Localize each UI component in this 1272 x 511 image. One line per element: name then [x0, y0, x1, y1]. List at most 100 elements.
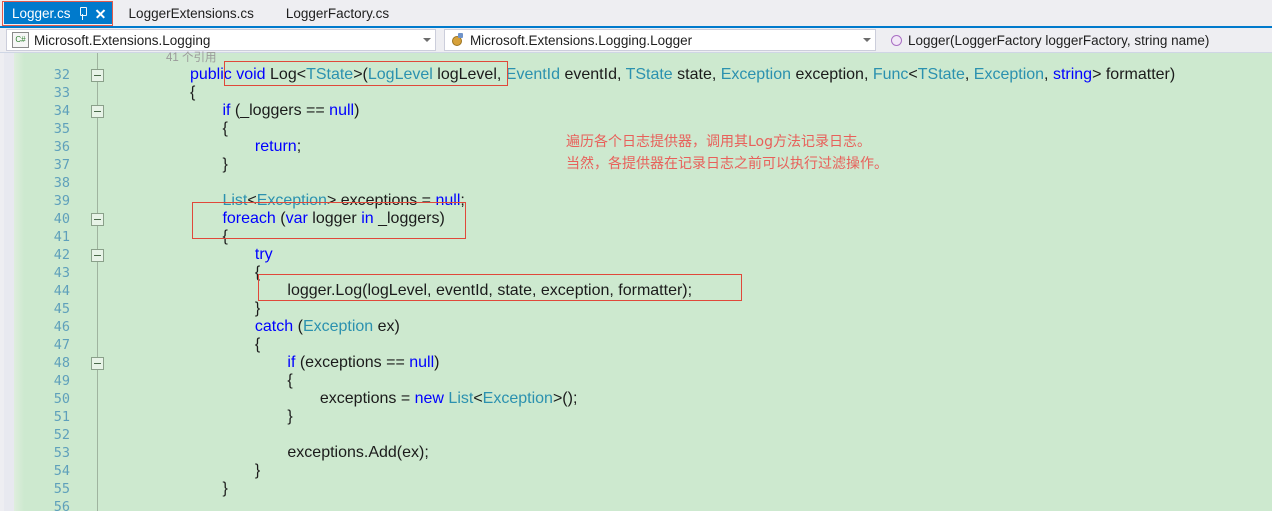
- code-token: public: [189, 66, 232, 83]
- code-token: <: [908, 66, 918, 83]
- code-line[interactable]: foreach (var logger in _loggers): [222, 210, 444, 228]
- code-line[interactable]: }: [255, 462, 260, 480]
- editor-tab-strip: Logger.cs LoggerExtensions.cs LoggerFact…: [0, 0, 1272, 28]
- code-line[interactable]: catch (Exception ex): [255, 318, 400, 336]
- chevron-down-icon[interactable]: [423, 38, 431, 42]
- code-token: null: [329, 102, 355, 119]
- code-token: eventId,: [560, 66, 626, 83]
- code-token: ,: [964, 66, 974, 83]
- tab-logger-cs[interactable]: Logger.cs: [4, 2, 113, 24]
- code-line[interactable]: List<Exception> exceptions = null;: [222, 192, 464, 210]
- line-number: 53: [53, 445, 70, 461]
- codelens-reference-count[interactable]: 41 个引用: [166, 50, 217, 66]
- code-token: state,: [672, 66, 721, 83]
- code-line[interactable]: }: [255, 300, 260, 318]
- line-number: 40: [53, 211, 70, 227]
- code-token: Exception: [302, 318, 374, 335]
- tab-loggerextensions-cs[interactable]: LoggerExtensions.cs: [113, 0, 270, 26]
- code-line[interactable]: {: [222, 228, 227, 246]
- tab-label: Logger.cs: [12, 5, 71, 21]
- project-selector-value: Microsoft.Extensions.Logging: [34, 32, 211, 48]
- code-token: return: [254, 138, 297, 155]
- line-number: 44: [53, 283, 70, 299]
- line-number: 52: [53, 427, 70, 443]
- code-token: ): [354, 102, 360, 119]
- code-token: (exceptions ==: [295, 354, 410, 371]
- code-token: (: [293, 318, 303, 335]
- type-selector[interactable]: Microsoft.Extensions.Logging.Logger: [444, 29, 876, 51]
- line-number: 39: [53, 193, 70, 209]
- code-line[interactable]: {: [255, 336, 260, 354]
- line-number: 54: [53, 463, 70, 479]
- code-line[interactable]: exceptions.Add(ex);: [287, 444, 428, 462]
- pin-icon[interactable]: [77, 6, 88, 20]
- code-token: void: [236, 66, 266, 83]
- member-selector[interactable]: Logger(LoggerFactory loggerFactory, stri…: [884, 29, 1266, 51]
- code-token: }: [222, 156, 228, 173]
- code-token: in: [361, 210, 374, 227]
- code-line[interactable]: return;: [255, 138, 301, 156]
- code-token: }: [254, 300, 261, 317]
- line-number: 32: [53, 67, 70, 83]
- annotation-text-line-1: 遍历各个日志提供器，调用其Log方法记录日志。: [566, 134, 872, 150]
- code-token: TState: [625, 66, 673, 83]
- code-line[interactable]: }: [287, 408, 292, 426]
- code-line[interactable]: exceptions = new List<Exception>();: [320, 390, 578, 408]
- line-number: 51: [53, 409, 70, 425]
- visual-studio-editor-window: Logger.cs LoggerExtensions.cs LoggerFact…: [0, 0, 1272, 511]
- code-token: >(: [353, 66, 368, 83]
- code-token: List: [448, 390, 474, 407]
- line-number: 42: [53, 247, 70, 263]
- tab-loggerfactory-cs[interactable]: LoggerFactory.cs: [270, 0, 405, 26]
- code-token: (_loggers ==: [230, 102, 330, 119]
- fold-toggle-icon[interactable]: [91, 213, 104, 226]
- close-icon[interactable]: [94, 7, 107, 20]
- code-line[interactable]: if (exceptions == null): [287, 354, 439, 372]
- code-token: null: [409, 354, 435, 371]
- code-token: new: [414, 390, 444, 407]
- method-icon: [889, 33, 903, 47]
- code-token: exception,: [791, 66, 873, 83]
- code-line[interactable]: }: [222, 480, 227, 498]
- code-line[interactable]: {: [287, 372, 292, 390]
- code-token: > formatter): [1092, 66, 1176, 83]
- code-line[interactable]: logger.Log(logLevel, eventId, state, exc…: [287, 282, 692, 300]
- csharp-file-icon: C#: [12, 32, 29, 48]
- code-token: {: [222, 228, 228, 245]
- line-number: 47: [53, 337, 70, 353]
- line-number: 43: [53, 265, 70, 281]
- code-token: Exception: [720, 66, 791, 83]
- code-token: logLevel,: [432, 66, 506, 83]
- code-token: {: [254, 336, 261, 353]
- code-line[interactable]: try: [255, 246, 273, 264]
- code-line[interactable]: }: [222, 156, 227, 174]
- code-token: try: [254, 246, 273, 263]
- code-token: (: [275, 210, 286, 227]
- fold-toggle-icon[interactable]: [91, 357, 104, 370]
- fold-toggle-icon[interactable]: [91, 105, 104, 118]
- fold-toggle-icon[interactable]: [91, 69, 104, 82]
- code-line[interactable]: {: [255, 264, 260, 282]
- code-token: exceptions.Add(ex);: [287, 444, 429, 461]
- code-token: Exception: [482, 390, 553, 407]
- code-line[interactable]: {: [190, 84, 195, 102]
- line-number: 33: [53, 85, 70, 101]
- code-token: string: [1052, 66, 1093, 83]
- code-token: >();: [552, 390, 578, 407]
- chevron-down-icon[interactable]: [863, 38, 871, 42]
- code-token: foreach: [222, 210, 276, 227]
- code-token: Exception: [256, 192, 327, 209]
- code-line[interactable]: if (_loggers == null): [222, 102, 359, 120]
- project-selector[interactable]: C# Microsoft.Extensions.Logging: [6, 29, 436, 51]
- code-token: {: [222, 120, 228, 137]
- code-line[interactable]: public void Log<TState>(LogLevel logLeve…: [190, 66, 1175, 84]
- code-editor[interactable]: 32 public void Log<TState>(LogLevel logLe…: [0, 53, 1272, 511]
- code-token: {: [254, 264, 261, 281]
- fold-toggle-icon[interactable]: [91, 249, 104, 262]
- code-token: _loggers): [373, 210, 445, 227]
- code-token: exceptions =: [319, 390, 415, 407]
- code-token: }: [222, 480, 228, 497]
- code-line[interactable]: {: [222, 120, 227, 138]
- code-token: List: [222, 192, 248, 209]
- tab-label: LoggerFactory.cs: [285, 5, 390, 21]
